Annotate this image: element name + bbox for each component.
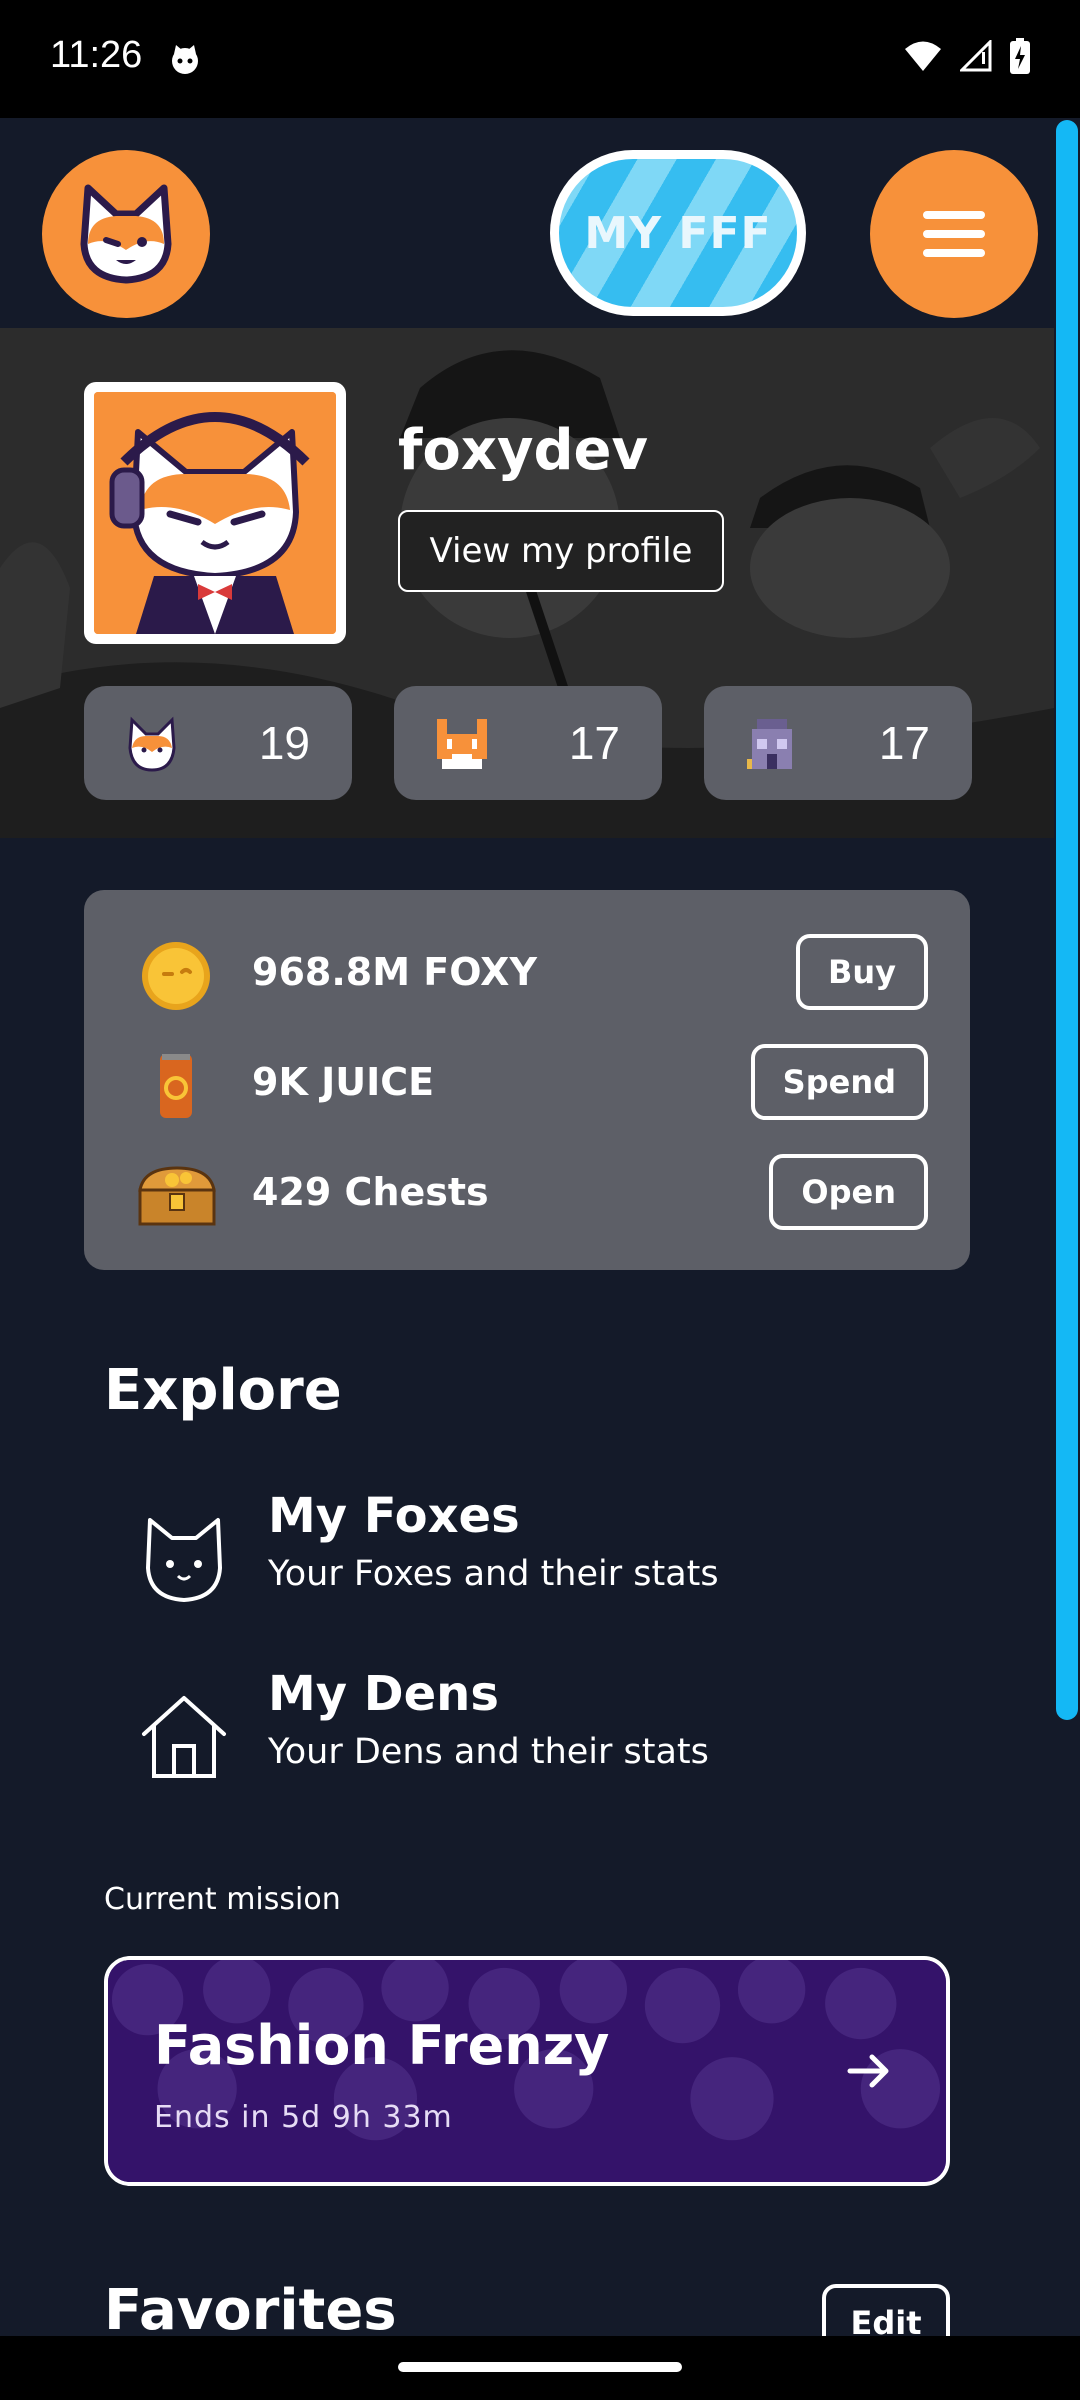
cat-notification-icon — [172, 45, 198, 74]
wallet-card: 968.8M FOXY Buy 9K JUICE Spend 429 Chest… — [84, 890, 970, 1270]
juice-balance: 9K JUICE — [252, 1060, 435, 1104]
my-foxes-title: My Foxes — [268, 1488, 520, 1544]
stat-pixel-foxes[interactable]: 17 — [394, 686, 662, 800]
headphone-fox-avatar-icon — [94, 392, 336, 634]
avatar[interactable] — [84, 382, 346, 644]
home-gesture-handle[interactable] — [398, 2362, 682, 2372]
view-profile-button[interactable]: View my profile — [398, 510, 724, 592]
scrollbar-thumb[interactable] — [1056, 120, 1078, 1720]
my-dens-title: My Dens — [268, 1666, 499, 1722]
treasure-chest-icon — [138, 1166, 216, 1226]
explore-item-my-foxes[interactable]: My Foxes Your Foxes and their stats — [104, 1488, 964, 1618]
chests-count: 429 Chests — [252, 1170, 489, 1214]
edit-favorites-button[interactable]: Edit — [822, 2284, 950, 2336]
juice-can-icon — [160, 1054, 192, 1118]
buy-button[interactable]: Buy — [795, 934, 928, 1010]
wallet-row-chests: 429 Chests Open — [84, 1142, 970, 1242]
my-fff-label: MY FFF — [584, 207, 772, 259]
explore-title: Explore — [104, 1358, 342, 1423]
wallet-row-juice: 9K JUICE Spend — [84, 1032, 970, 1132]
battery-charging-icon — [1010, 38, 1030, 74]
arrow-right-icon — [847, 2054, 889, 2088]
profile-hero: foxydev View my profile 19 17 17 — [0, 328, 1054, 838]
foxy-coin-icon — [142, 942, 210, 1010]
den-building-icon — [747, 719, 792, 769]
foxy-balance: 968.8M FOXY — [252, 950, 537, 994]
stat-pixel-foxes-count: 17 — [568, 717, 620, 769]
wallet-row-foxy: 968.8M FOXY Buy — [84, 922, 970, 1022]
my-fff-button[interactable]: MY FFF — [550, 150, 806, 316]
wifi-icon — [905, 41, 941, 71]
current-mission-card[interactable]: Fashion Frenzy Ends in 5d 9h 33m — [104, 1956, 950, 2186]
mission-title: Fashion Frenzy — [154, 2014, 610, 2077]
status-time: 11:26 — [50, 34, 143, 76]
stat-foxes-count: 19 — [258, 717, 310, 769]
app-content: MY FFF foxydev View my profile 19 17 17 … — [0, 118, 1080, 2336]
signal-icon — [960, 40, 992, 72]
open-button[interactable]: Open — [769, 1154, 928, 1230]
fox-logo-icon — [80, 184, 172, 284]
spend-button[interactable]: Spend — [750, 1044, 928, 1120]
stat-dens[interactable]: 17 — [704, 686, 972, 800]
current-mission-label: Current mission — [104, 1882, 341, 1917]
stat-dens-count: 17 — [878, 717, 930, 769]
menu-button[interactable] — [870, 150, 1038, 318]
status-bar: 11:26 — [0, 0, 1080, 118]
stat-foxes[interactable]: 19 — [84, 686, 352, 800]
pixel-fox-icon — [437, 719, 487, 769]
system-navigation-bar — [0, 2336, 1080, 2400]
house-outline-icon — [142, 1696, 226, 1778]
mission-countdown: Ends in 5d 9h 33m — [154, 2100, 453, 2135]
hamburger-menu-icon — [923, 211, 985, 219]
username: foxydev — [398, 418, 649, 483]
explore-item-my-dens[interactable]: My Dens Your Dens and their stats — [104, 1666, 964, 1796]
my-foxes-subtitle: Your Foxes and their stats — [268, 1554, 719, 1594]
fox-face-icon — [128, 716, 176, 772]
scrollbar[interactable] — [1054, 118, 1080, 2336]
fox-logo-button[interactable] — [42, 150, 210, 318]
favorites-title: Favorites — [104, 2278, 397, 2336]
top-bar: MY FFF — [0, 118, 1054, 328]
my-dens-subtitle: Your Dens and their stats — [268, 1732, 709, 1772]
cat-outline-icon — [146, 1518, 222, 1602]
